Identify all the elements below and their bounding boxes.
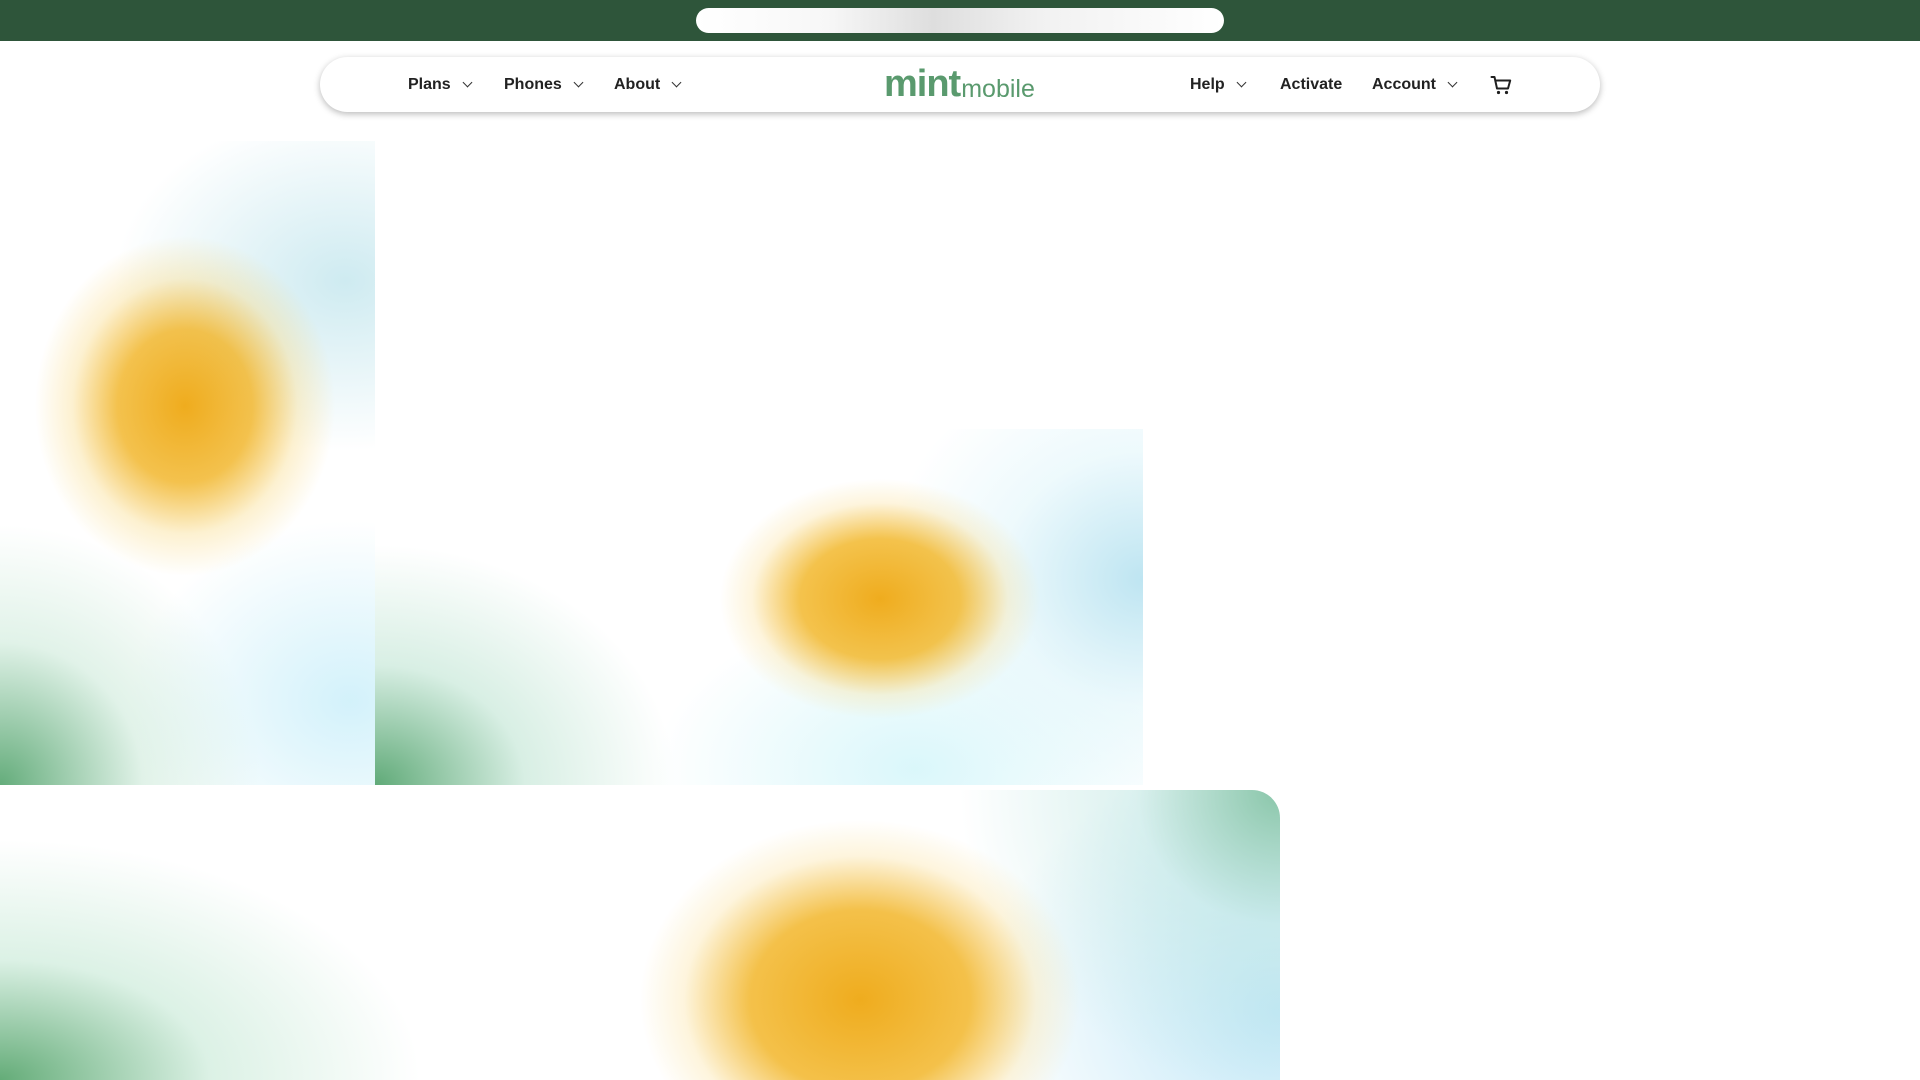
top-announcement-bar <box>0 0 1920 41</box>
chevron-down-icon <box>462 77 473 88</box>
nav-account-menu[interactable]: Account <box>1372 57 1458 112</box>
hero-gradient-image-left <box>0 141 375 785</box>
nav-phones-label: Phones <box>504 75 562 93</box>
chevron-down-icon <box>573 77 584 88</box>
chevron-down-icon <box>1447 77 1458 88</box>
cart-icon[interactable] <box>1489 73 1513 97</box>
nav-help-label: Help <box>1190 75 1225 93</box>
chevron-down-icon <box>1236 77 1247 88</box>
announcement-placeholder <box>696 8 1224 33</box>
main-navigation: Plans Phones About mint mobile Help Acti… <box>320 57 1600 112</box>
nav-activate-label: Activate <box>1280 75 1343 93</box>
nav-phones-menu[interactable]: Phones <box>504 57 584 112</box>
nav-plans-menu[interactable]: Plans <box>408 57 473 112</box>
nav-activate-link[interactable]: Activate <box>1280 57 1342 112</box>
nav-about-label: About <box>614 75 661 93</box>
mint-mobile-logo[interactable]: mint mobile <box>884 57 1035 112</box>
logo-mobile-text: mobile <box>961 75 1035 103</box>
nav-about-menu[interactable]: About <box>614 57 682 112</box>
logo-mint-text: mint <box>884 63 961 105</box>
hero-gradient-image-center <box>375 429 1143 785</box>
hero-gradient-image-bottom <box>0 790 1280 1080</box>
nav-plans-label: Plans <box>408 75 451 93</box>
nav-help-menu[interactable]: Help <box>1190 57 1247 112</box>
nav-account-label: Account <box>1372 75 1436 93</box>
chevron-down-icon <box>671 77 682 88</box>
